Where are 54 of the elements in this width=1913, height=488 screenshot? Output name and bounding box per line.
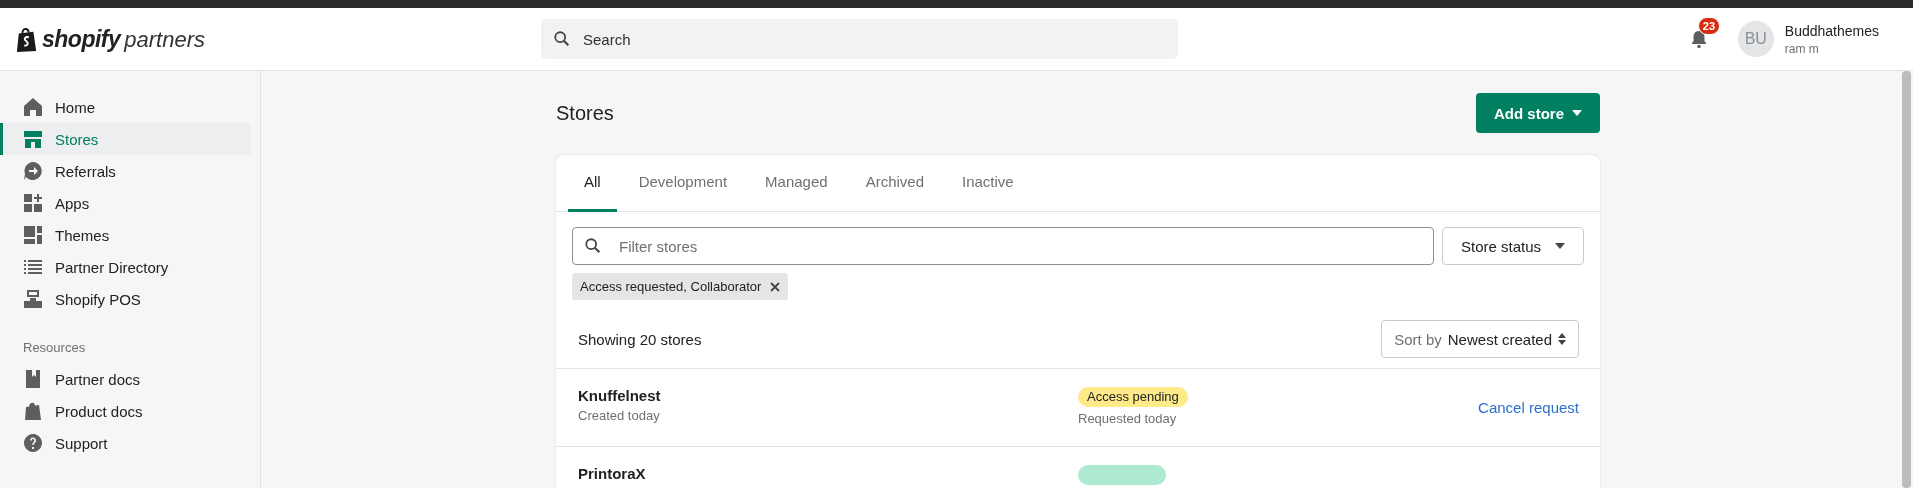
tab[interactable]: Inactive	[946, 155, 1030, 212]
search-icon	[553, 30, 571, 48]
logo-subtitle: partners	[124, 26, 205, 53]
filter-field[interactable]: Filter stores	[572, 227, 1434, 265]
search-icon	[584, 237, 602, 255]
home-icon	[23, 97, 43, 117]
close-icon[interactable]	[770, 281, 781, 292]
page-title: Stores	[556, 101, 614, 125]
store-status-button[interactable]: Store status	[1441, 227, 1584, 265]
user-name: Buddhathemes	[1784, 22, 1879, 39]
sort-arrows-icon	[1558, 333, 1566, 345]
bell-icon[interactable]	[1689, 29, 1708, 49]
sidebar-item[interactable]: Partner Directory	[0, 251, 251, 283]
layout-icon	[23, 225, 43, 245]
add-store-button[interactable]: Add store	[1476, 93, 1600, 133]
cancel-request-link[interactable]: Cancel request	[1478, 399, 1579, 416]
shopping-bag-logo-icon	[16, 26, 38, 53]
store-name[interactable]: PrintoraX	[578, 465, 1078, 482]
request-date: Requested today	[1078, 411, 1177, 426]
store-count: Showing 20 stores	[578, 330, 702, 348]
arrow-bubble-icon	[23, 161, 43, 181]
register-icon	[23, 289, 43, 309]
tab[interactable]: Managed	[749, 155, 844, 212]
caret-icon	[1555, 243, 1565, 249]
apps-grid-icon	[23, 193, 43, 213]
tab[interactable]: Development	[622, 155, 744, 212]
storefront-icon	[23, 129, 43, 149]
help-icon	[23, 433, 43, 453]
user-subtitle: ram m	[1784, 41, 1820, 56]
list-icon	[23, 257, 43, 277]
sidebar-item[interactable]: Apps	[0, 187, 251, 219]
sidebar-item[interactable]: Partner docs	[0, 363, 251, 395]
sidebar-item[interactable]: Themes	[0, 219, 251, 251]
sidebar-item[interactable]: Home	[0, 91, 251, 123]
sidebar-item[interactable]: Referrals	[0, 155, 251, 187]
filter-tag: Access requested, Collaborator	[572, 273, 789, 300]
created-date: Created today	[578, 408, 661, 423]
notification-count: 23	[1697, 17, 1721, 35]
sidebar-item[interactable]: Stores	[0, 123, 251, 155]
caret-icon	[1572, 110, 1582, 116]
search-field[interactable]: Search	[541, 19, 1178, 59]
sidebar-item[interactable]: Support	[0, 427, 251, 459]
section-heading: Resources	[22, 339, 87, 357]
shopping-bag-icon	[23, 401, 43, 421]
logo-wordmark: shopify	[42, 25, 121, 53]
tab[interactable]: All	[568, 155, 617, 212]
sort-select[interactable]: Sort by Newest created	[1381, 320, 1579, 358]
sidebar-item[interactable]: Shopify POS	[0, 283, 251, 315]
book-icon	[23, 369, 43, 389]
tab[interactable]: Archived	[849, 155, 940, 212]
status-badge: Access pending	[1078, 387, 1188, 407]
scrollbar[interactable]	[1902, 71, 1911, 488]
sidebar-item[interactable]: Product docs	[0, 395, 251, 427]
store-name[interactable]: Knuffelnest	[578, 387, 1078, 404]
